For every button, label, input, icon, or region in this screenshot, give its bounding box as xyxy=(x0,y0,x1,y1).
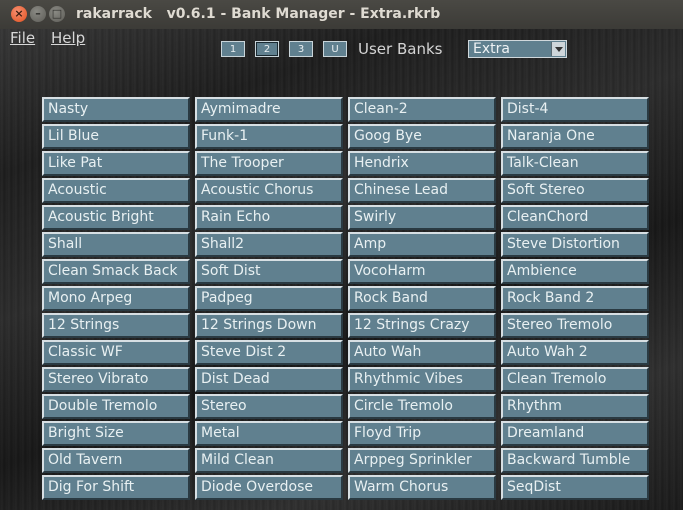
preset-button[interactable]: Old Tavern xyxy=(42,448,190,473)
preset-button[interactable]: Stereo xyxy=(195,394,343,419)
preset-button[interactable]: Double Tremolo xyxy=(42,394,190,419)
menu-file[interactable]: File xyxy=(10,29,35,47)
minimize-icon[interactable]: – xyxy=(30,6,46,22)
preset-button[interactable]: Hendrix xyxy=(348,151,496,176)
preset-button[interactable]: Acoustic xyxy=(42,178,190,203)
preset-button[interactable]: Rock Band xyxy=(348,286,496,311)
preset-button[interactable]: Soft Stereo xyxy=(501,178,649,203)
menu-file-label: File xyxy=(10,29,36,47)
preset-button[interactable]: Steve Dist 2 xyxy=(195,340,343,365)
preset-button[interactable]: Rhythm xyxy=(501,394,649,419)
bank-button-2[interactable]: 2 xyxy=(255,41,279,57)
preset-button[interactable]: 12 Strings xyxy=(42,313,190,338)
bank-select[interactable]: Extra xyxy=(468,40,567,58)
preset-button[interactable]: Auto Wah xyxy=(348,340,496,365)
chevron-down-icon[interactable] xyxy=(551,42,565,56)
close-icon[interactable]: × xyxy=(11,6,27,22)
preset-button[interactable]: Stereo Tremolo xyxy=(501,313,649,338)
bank-button-user[interactable]: U xyxy=(323,41,347,57)
preset-button[interactable]: Lil Blue xyxy=(42,124,190,149)
preset-button[interactable]: Diode Overdose xyxy=(195,475,343,500)
preset-button[interactable]: Dist Dead xyxy=(195,367,343,392)
preset-button[interactable]: Stereo Vibrato xyxy=(42,367,190,392)
preset-button[interactable]: Ambience xyxy=(501,259,649,284)
preset-button[interactable]: Clean-2 xyxy=(348,97,496,122)
menu-help-label: Help xyxy=(51,29,86,47)
preset-button[interactable]: Like Pat xyxy=(42,151,190,176)
preset-button[interactable]: Aymimadre xyxy=(195,97,343,122)
user-banks-label: User Banks xyxy=(358,40,443,58)
preset-button[interactable]: Naranja One xyxy=(501,124,649,149)
preset-button[interactable]: Bright Size xyxy=(42,421,190,446)
preset-button[interactable]: Auto Wah 2 xyxy=(501,340,649,365)
preset-button[interactable]: Chinese Lead xyxy=(348,178,496,203)
preset-button[interactable]: CleanChord xyxy=(501,205,649,230)
title-bar: × – □ rakarrack v0.6.1 - Bank Manager - … xyxy=(0,0,683,29)
preset-button[interactable]: Circle Tremolo xyxy=(348,394,496,419)
preset-button[interactable]: Clean Tremolo xyxy=(501,367,649,392)
preset-button[interactable]: Floyd Trip xyxy=(348,421,496,446)
preset-button[interactable]: Soft Dist xyxy=(195,259,343,284)
preset-button[interactable]: Mild Clean xyxy=(195,448,343,473)
preset-button[interactable]: VocoHarm xyxy=(348,259,496,284)
preset-button[interactable]: Goog Bye xyxy=(348,124,496,149)
preset-button[interactable]: Amp xyxy=(348,232,496,257)
preset-button[interactable]: Nasty xyxy=(42,97,190,122)
preset-button[interactable]: 12 Strings Down xyxy=(195,313,343,338)
preset-button[interactable]: Talk-Clean xyxy=(501,151,649,176)
preset-button[interactable]: Padpeg xyxy=(195,286,343,311)
preset-button[interactable]: Shall2 xyxy=(195,232,343,257)
preset-button[interactable]: Shall xyxy=(42,232,190,257)
bank-button-3[interactable]: 3 xyxy=(289,41,313,57)
preset-button[interactable]: Mono Arpeg xyxy=(42,286,190,311)
preset-button[interactable]: Arppeg Sprinkler xyxy=(348,448,496,473)
preset-grid: Nasty Aymimadre Clean-2 Dist-4 Lil Blue Funk-… xyxy=(42,97,649,500)
window-title: rakarrack v0.6.1 - Bank Manager - Extra.… xyxy=(76,6,441,22)
preset-button[interactable]: Dig For Shift xyxy=(42,475,190,500)
preset-button[interactable]: Rhythmic Vibes xyxy=(348,367,496,392)
preset-button[interactable]: Swirly xyxy=(348,205,496,230)
bank-manager-window: File Help 1 2 3 U User Banks Extra Nasty… xyxy=(0,29,683,510)
menu-help[interactable]: Help xyxy=(51,29,85,47)
bank-select-value: Extra xyxy=(473,41,510,57)
preset-button[interactable]: Acoustic Bright xyxy=(42,205,190,230)
preset-button[interactable]: Funk-1 xyxy=(195,124,343,149)
preset-button[interactable]: Acoustic Chorus xyxy=(195,178,343,203)
preset-button[interactable]: Warm Chorus xyxy=(348,475,496,500)
preset-button[interactable]: Backward Tumble xyxy=(501,448,649,473)
preset-button[interactable]: The Trooper xyxy=(195,151,343,176)
preset-button[interactable]: Rain Echo xyxy=(195,205,343,230)
preset-button[interactable]: Dist-4 xyxy=(501,97,649,122)
preset-button[interactable]: Steve Distortion xyxy=(501,232,649,257)
maximize-icon[interactable]: □ xyxy=(49,6,65,22)
preset-button[interactable]: 12 Strings Crazy xyxy=(348,313,496,338)
bank-button-1[interactable]: 1 xyxy=(221,41,245,57)
preset-button[interactable]: Metal xyxy=(195,421,343,446)
preset-button[interactable]: SeqDist xyxy=(501,475,649,500)
preset-button[interactable]: Classic WF xyxy=(42,340,190,365)
preset-button[interactable]: Clean Smack Back xyxy=(42,259,190,284)
preset-button[interactable]: Rock Band 2 xyxy=(501,286,649,311)
preset-button[interactable]: Dreamland xyxy=(501,421,649,446)
